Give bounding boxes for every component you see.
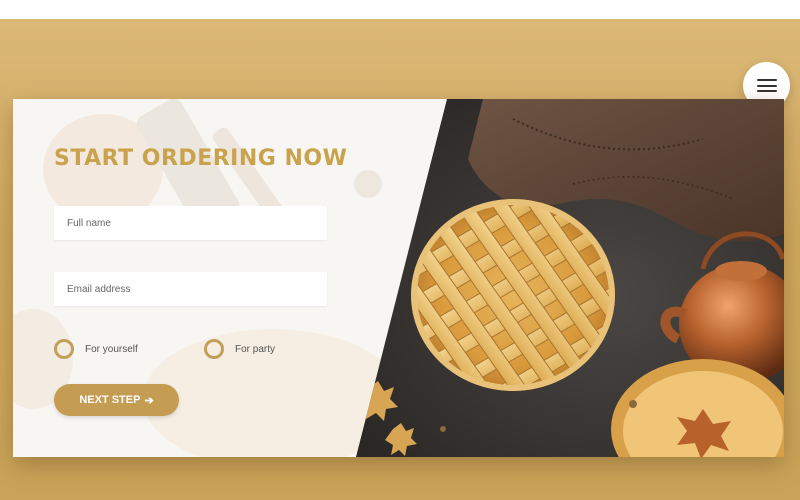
order-card: START ORDERING NOW For yourself For part…: [13, 99, 784, 457]
option-label: For party: [235, 343, 276, 355]
radio-circle-icon[interactable]: [204, 339, 224, 359]
top-bar: [0, 0, 800, 19]
arrow-right-icon: ➔: [144, 394, 154, 407]
full-name-input[interactable]: [54, 206, 327, 240]
next-step-button[interactable]: NEXT STEP ➔: [54, 384, 179, 416]
next-step-label: NEXT STEP: [79, 394, 141, 406]
option-for-party[interactable]: For party: [204, 339, 275, 359]
radio-circle-icon[interactable]: [54, 339, 74, 359]
hamburger-menu-icon: [756, 79, 777, 92]
option-label: For yourself: [85, 343, 138, 355]
form-title: START ORDERING NOW: [54, 146, 348, 171]
email-input[interactable]: [54, 272, 327, 306]
option-for-yourself[interactable]: For yourself: [54, 339, 138, 359]
